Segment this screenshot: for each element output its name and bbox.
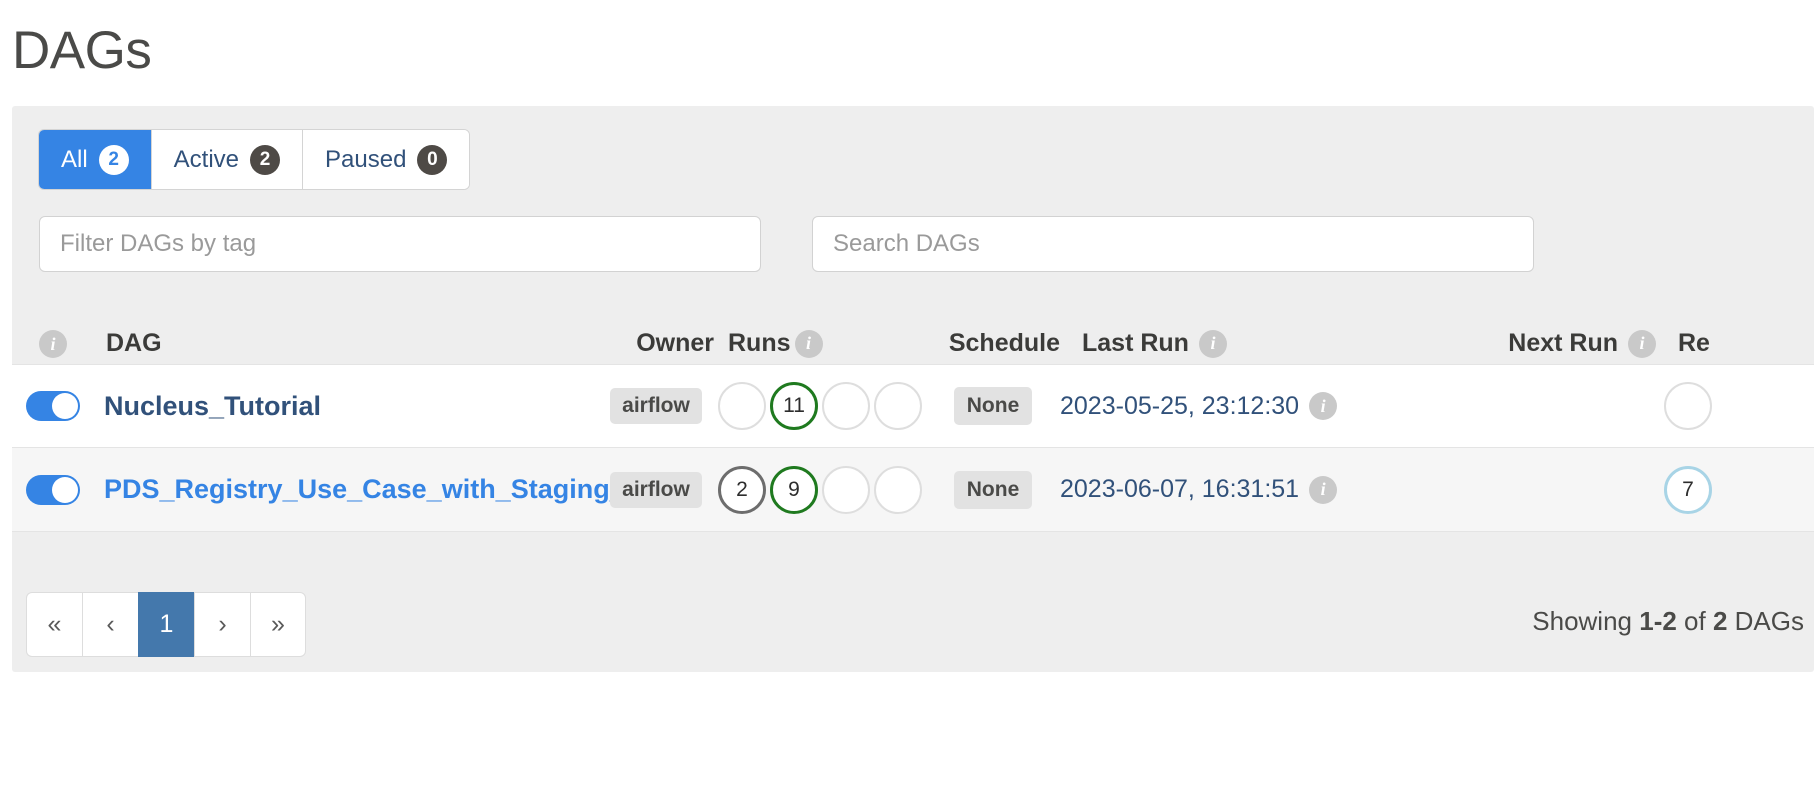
- row-toggle-cell: [12, 391, 94, 421]
- tab-all-count: 2: [98, 144, 129, 175]
- run-circle-empty[interactable]: [718, 382, 766, 430]
- tab-all[interactable]: All 2: [39, 130, 152, 189]
- last-run-info-icon[interactable]: i: [1309, 392, 1338, 420]
- tab-paused-count: 0: [417, 144, 448, 175]
- table-row: PDS_Registry_Use_Case_with_Staging_4 air…: [12, 448, 1814, 532]
- pagination-last-button[interactable]: »: [250, 592, 306, 657]
- search-dags-input[interactable]: [812, 216, 1534, 272]
- row-last-run-cell: 2023-05-25, 23:12:30 i: [1060, 392, 1362, 421]
- row-toggle-cell: [12, 474, 94, 505]
- last-run-info-icon[interactable]: i: [1198, 329, 1227, 358]
- showing-total: 2: [1712, 606, 1728, 636]
- dag-name-link[interactable]: PDS_Registry_Use_Case_with_Staging_4: [94, 474, 640, 505]
- toggle-knob: [52, 393, 78, 419]
- tab-active-label: Active: [173, 145, 240, 173]
- dags-page: DAGs All 2 Active 2 Paused 0 Filter DAGs…: [0, 0, 1814, 804]
- last-run-time[interactable]: 2023-05-25, 23:12:30: [1060, 392, 1299, 421]
- info-icon[interactable]: i: [39, 330, 67, 358]
- last-run-info-icon[interactable]: i: [1309, 475, 1338, 504]
- owner-badge[interactable]: airflow: [610, 471, 702, 508]
- last-run-time[interactable]: 2023-06-07, 16:31:51: [1060, 475, 1299, 504]
- pause-toggle[interactable]: [26, 391, 80, 421]
- table-footer: « ‹ 1 › » Showing 1-2 of 2 DAGs: [12, 576, 1814, 672]
- row-runs-cell: 2 9: [718, 465, 926, 514]
- dag-status-tabs: All 2 Active 2 Paused 0: [39, 130, 470, 189]
- row-dag-cell: PDS_Registry_Use_Case_with_Staging_4: [94, 474, 640, 505]
- row-recent-tasks-cell: [1664, 382, 1814, 430]
- header-runs-cell: Runs i: [718, 329, 926, 358]
- pagination-next-button[interactable]: ›: [194, 592, 250, 657]
- showing-range: 1-2: [1639, 606, 1677, 636]
- pagination: « ‹ 1 › »: [26, 592, 306, 657]
- header-schedule-label: Schedule: [948, 329, 1060, 357]
- pause-toggle[interactable]: [26, 474, 80, 505]
- row-last-run-cell: 2023-06-07, 16:31:51 i: [1060, 475, 1362, 504]
- header-next-run-cell: Next Run i: [1362, 329, 1664, 358]
- runs-info-icon[interactable]: i: [794, 329, 823, 358]
- showing-suffix: DAGs: [1727, 606, 1804, 636]
- tab-all-label: All: [61, 145, 88, 173]
- page-title: DAGs: [12, 21, 152, 80]
- header-dag-cell[interactable]: DAG: [94, 329, 594, 358]
- owner-badge[interactable]: airflow: [610, 388, 702, 424]
- header-info-cell: i: [12, 330, 94, 358]
- run-circle-empty[interactable]: [874, 382, 922, 430]
- header-owner-label: Owner: [636, 329, 714, 357]
- recent-task-circle[interactable]: 7: [1664, 465, 1712, 514]
- next-run-info-icon[interactable]: i: [1628, 329, 1656, 358]
- recent-task-circle[interactable]: [1664, 382, 1712, 430]
- showing-middle: of: [1676, 606, 1713, 636]
- dags-table: i DAG Owner Runs i Schedule Last Run i N…: [12, 302, 1814, 532]
- schedule-badge: None: [953, 470, 1033, 509]
- run-circle-empty[interactable]: [874, 465, 922, 514]
- row-schedule-cell: None: [926, 470, 1060, 509]
- pagination-page-1-button[interactable]: 1: [138, 592, 194, 657]
- run-circle-success[interactable]: 11: [770, 382, 818, 430]
- schedule-badge: None: [953, 387, 1033, 425]
- filter-dags-by-tag-input[interactable]: [39, 216, 761, 272]
- row-owner-cell: airflow: [594, 388, 718, 424]
- row-runs-cell: 11: [718, 382, 926, 430]
- header-next-run-label: Next Run: [1508, 329, 1618, 357]
- table-row: Nucleus_Tutorial airflow 11 None 2023-05…: [12, 364, 1814, 448]
- tab-paused[interactable]: Paused 0: [303, 130, 470, 189]
- dag-name-link[interactable]: Nucleus_Tutorial: [94, 391, 321, 422]
- header-last-run-cell: Last Run i: [1060, 329, 1362, 358]
- header-recent-tasks-cell: Re: [1664, 329, 1814, 358]
- tab-paused-label: Paused: [325, 145, 407, 173]
- toggle-knob: [52, 476, 78, 503]
- tab-active[interactable]: Active 2: [151, 130, 304, 189]
- row-dag-cell: Nucleus_Tutorial: [94, 391, 594, 422]
- run-circle-success[interactable]: 9: [770, 465, 818, 514]
- row-schedule-cell: None: [926, 387, 1060, 425]
- run-circle-empty[interactable]: [822, 382, 870, 430]
- tab-active-count: 2: [250, 144, 281, 175]
- header-owner-cell[interactable]: Owner: [594, 329, 718, 358]
- run-circle-queued[interactable]: 2: [718, 465, 766, 514]
- table-header-row: i DAG Owner Runs i Schedule Last Run i N…: [12, 302, 1814, 364]
- header-dag-label: DAG: [106, 329, 162, 357]
- pagination-prev-button[interactable]: ‹: [82, 592, 138, 657]
- row-recent-tasks-cell: 7: [1664, 465, 1814, 514]
- run-circle-empty[interactable]: [822, 465, 870, 514]
- pagination-first-button[interactable]: «: [26, 592, 82, 657]
- header-runs-label: Runs: [728, 329, 791, 357]
- dags-panel: All 2 Active 2 Paused 0 i DAG: [12, 106, 1814, 672]
- showing-count-text: Showing 1-2 of 2 DAGs: [1532, 606, 1804, 637]
- header-last-run-label: Last Run: [1082, 329, 1189, 357]
- header-schedule-cell: Schedule: [926, 329, 1060, 358]
- header-recent-tasks-label: Re: [1678, 329, 1710, 357]
- row-owner-cell: airflow: [594, 471, 718, 508]
- showing-prefix: Showing: [1532, 606, 1640, 636]
